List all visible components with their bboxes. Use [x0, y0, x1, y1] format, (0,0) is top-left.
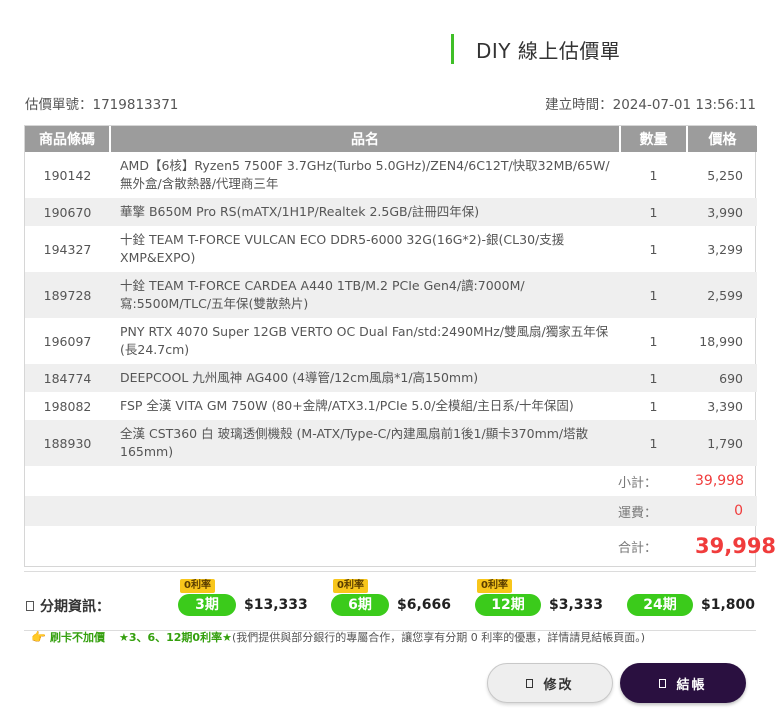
plan-24: 24期 $1,800 [627, 594, 755, 616]
shipping-value: 0 [687, 496, 757, 526]
table-row: 190670 華擎 B650M Pro RS(mATX/1H1P/Realtek… [25, 198, 757, 226]
zero-interest-tag: 0利率 [180, 579, 215, 593]
quote-number-label: 估價單號： [25, 97, 93, 113]
plan-term-badge: 24期 [627, 594, 693, 616]
promo-text: (我們提供與部分銀行的專屬合作，讓您享有分期 0 利率的優惠，詳情請見結帳頁面。… [231, 631, 646, 644]
checkout-button-label: 結帳 [676, 677, 707, 693]
item-code: 190670 [25, 198, 110, 226]
item-price: 3,990 [687, 198, 757, 226]
table-row: 194327 十銓 TEAM T-FORCE VULCAN ECO DDR5-6… [25, 226, 757, 272]
item-name: 十銓 TEAM T-FORCE VULCAN ECO DDR5-6000 32G… [120, 232, 565, 265]
plan-6: 0利率 6期 $6,666 [331, 579, 452, 616]
quote-table: 商品條碼 品名 數量 價格 190142 AMD【6核】Ryzen5 7500F… [24, 125, 777, 567]
item-name: FSP 全漢 VITA GM 750W (80+金牌/ATX3.1/PCIe 5… [120, 398, 574, 413]
plan-term: 24期 [643, 597, 677, 613]
shipping-label: 運費： [25, 496, 687, 526]
installment-section: 分期資訊： 0利率 3期 $13,333 0利率 6期 $6,666 0利率 1… [24, 571, 756, 631]
table-row: 198082 FSP 全漢 VITA GM 750W (80+金牌/ATX3.1… [25, 392, 757, 420]
square-icon [26, 601, 34, 611]
plan-term-badge: 0利率 3期 [178, 579, 236, 616]
promo-note: 👉 刷卡不加價 ★3、6、12期0利率★ (我們提供與部分銀行的專屬合作，讓您享… [31, 629, 645, 645]
item-qty: 1 [649, 333, 658, 349]
quote-number: 估價單號：1719813371 [25, 93, 178, 113]
item-qty: 1 [620, 272, 687, 318]
item-qty: 1 [649, 398, 658, 414]
item-qty: 1 [620, 420, 687, 466]
item-code: 196097 [43, 333, 92, 349]
item-code: 190142 [43, 167, 92, 183]
table-row: 189728 十銓 TEAM T-FORCE CARDEA A440 1TB/M… [25, 272, 757, 318]
item-price: 3,299 [707, 241, 743, 257]
item-qty: 1 [649, 167, 658, 183]
item-code: 198082 [43, 398, 92, 414]
created-time: 建立時間：2024-07-01 13:56:11 [545, 93, 756, 113]
col-header-price: 價格 [686, 126, 757, 152]
plan-amount: $1,800 [701, 597, 756, 613]
item-price: 690 [687, 364, 757, 392]
plan-term: 12期 [491, 597, 525, 613]
zero-interest-tag: 0利率 [333, 579, 368, 593]
promo-highlight-no-surcharge: 刷卡不加價 [49, 631, 105, 644]
item-code: 188930 [25, 420, 110, 466]
item-name: 全漢 CST360 白 玻璃透側機殼 (M-ATX/Type-C/內建風扇前1後… [110, 420, 620, 466]
installment-label-text: 分期資訊： [40, 599, 110, 615]
quote-number-value: 1719813371 [92, 97, 179, 113]
col-header-code: 商品條碼 [25, 126, 110, 152]
plan-term-badge: 0利率 12期 [475, 579, 541, 616]
item-price: 3,390 [707, 398, 743, 414]
item-qty: 1 [620, 364, 687, 392]
plan-3: 0利率 3期 $13,333 [178, 579, 308, 616]
table-header-row: 商品條碼 品名 數量 價格 [25, 126, 757, 152]
page-header: DIY 線上估價單 [451, 34, 620, 64]
table-row: 190142 AMD【6核】Ryzen5 7500F 3.7GHz(Turbo … [25, 152, 757, 198]
item-name: PNY RTX 4070 Super 12GB VERTO OC Dual Fa… [120, 324, 609, 357]
item-qty: 1 [620, 198, 687, 226]
subtotal-row: 小計： 39,998 [25, 466, 757, 496]
pointing-hand-icon: 👉 [31, 630, 46, 644]
item-price: 18,990 [699, 333, 743, 349]
installment-label: 分期資訊： [26, 596, 110, 616]
plan-amount: $13,333 [244, 597, 308, 613]
item-price: 2,599 [687, 272, 757, 318]
table-row: 184774 DEEPCOOL 九州風神 AG400 (4導管/12cm風扇*1… [25, 364, 757, 392]
created-time-value: 2024-07-01 13:56:11 [612, 97, 756, 113]
table-row: 188930 全漢 CST360 白 玻璃透側機殼 (M-ATX/Type-C/… [25, 420, 757, 466]
item-name: DEEPCOOL 九州風神 AG400 (4導管/12cm風扇*1/高150mm… [110, 364, 620, 392]
edit-button[interactable]: 修改 [487, 663, 613, 703]
checkout-button[interactable]: 結帳 [620, 663, 746, 703]
total-row: 合計： 39,998 [25, 526, 777, 566]
item-price: 1,790 [687, 420, 757, 466]
item-name: 十銓 TEAM T-FORCE CARDEA A440 1TB/M.2 PCIe… [110, 272, 620, 318]
plan-term-badge: 0利率 6期 [331, 579, 389, 616]
item-name: AMD【6核】Ryzen5 7500F 3.7GHz(Turbo 5.0GHz)… [120, 158, 610, 191]
subtotal-value: 39,998 [695, 473, 744, 489]
item-name: 華擎 B650M Pro RS(mATX/1H1P/Realtek 2.5GB/… [110, 198, 620, 226]
total-label: 合計： [617, 540, 657, 556]
col-header-qty: 數量 [619, 126, 687, 152]
col-header-name: 品名 [109, 126, 620, 152]
title-accent-bar [451, 34, 454, 64]
square-icon [659, 678, 667, 688]
plan-amount: $3,333 [549, 597, 604, 613]
edit-button-label: 修改 [543, 677, 574, 693]
zero-interest-tag: 0利率 [477, 579, 512, 593]
total-value: 39,998 [695, 534, 777, 558]
item-code: 194327 [43, 241, 92, 257]
plan-12: 0利率 12期 $3,333 [475, 579, 604, 616]
promo-highlight-zero-interest: ★3、6、12期0利率★ [118, 631, 232, 644]
table-row: 196097 PNY RTX 4070 Super 12GB VERTO OC … [25, 318, 757, 364]
item-code: 184774 [25, 364, 110, 392]
item-qty: 1 [649, 241, 658, 257]
subtotal-label: 小計： [617, 475, 657, 491]
created-time-label: 建立時間： [545, 97, 613, 113]
plan-amount: $6,666 [397, 597, 452, 613]
shipping-row: 運費： 0 [25, 496, 757, 526]
page-title: DIY 線上估價單 [476, 38, 621, 63]
item-price: 5,250 [707, 167, 743, 183]
plan-term: 3期 [195, 597, 219, 613]
square-icon [526, 678, 534, 688]
plan-term: 6期 [348, 597, 372, 613]
item-code: 189728 [25, 272, 110, 318]
